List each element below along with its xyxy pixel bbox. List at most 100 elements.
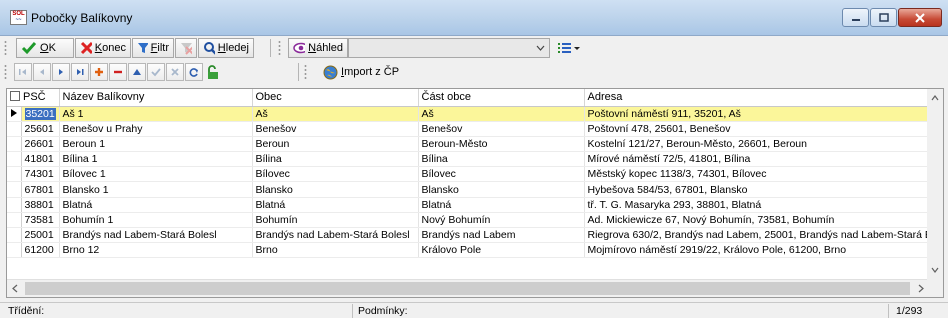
refresh-button[interactable]	[185, 63, 203, 81]
toolbar-grip[interactable]	[4, 40, 7, 56]
cell-cast-obce[interactable]: Benešov	[418, 121, 585, 137]
cell-obec[interactable]: Brno	[252, 242, 419, 259]
cell-adresa[interactable]: Riegrova 630/2, Brandýs nad Labem, 25001…	[584, 227, 929, 244]
cell-nazev[interactable]: Benešov u Prahy	[59, 121, 253, 137]
horizontal-scroll-thumb[interactable]	[25, 282, 910, 295]
cell-nazev[interactable]: Beroun 1	[59, 136, 253, 153]
toolbar-grip[interactable]	[304, 64, 307, 80]
toolbar-grip[interactable]	[278, 40, 281, 56]
horizontal-scrollbar[interactable]	[7, 279, 929, 297]
cell-nazev[interactable]: Brno 12	[59, 242, 253, 259]
table-row[interactable]: 38801 Blatná Blatná Blatná tř. T. G. Masaryk…	[7, 197, 929, 213]
row-indicator[interactable]	[7, 106, 22, 122]
cell-psc[interactable]: 25001	[21, 227, 60, 244]
cell-psc[interactable]: 41801	[21, 151, 60, 168]
cell-cast-obce[interactable]: Nový Bohumín	[418, 212, 585, 229]
cell-nazev[interactable]: Bílovec 1	[59, 166, 253, 183]
cell-cast-obce[interactable]: Bílovec	[418, 166, 585, 183]
row-indicator[interactable]	[7, 151, 22, 168]
cell-adresa[interactable]: Kostelní 121/27, Beroun-Město, 26601, Be…	[584, 136, 929, 153]
import-button[interactable]: Import z ČP	[318, 62, 406, 82]
hledej-button[interactable]: Hledej	[198, 38, 254, 58]
toolbar-grip[interactable]	[4, 64, 7, 80]
scroll-up-icon[interactable]	[931, 95, 939, 101]
cell-psc[interactable]: 38801	[21, 197, 60, 213]
edit-record-button[interactable]	[128, 63, 146, 81]
column-header-nazev[interactable]: Název Balíkovny	[59, 89, 253, 107]
list-options-button[interactable]	[553, 38, 585, 58]
cell-adresa[interactable]: Městský kopec 1138/3, 74301, Bílovec	[584, 166, 929, 183]
first-record-button[interactable]	[14, 63, 32, 81]
data-grid[interactable]: PSČ Název Balíkovny Obec Část obce Adres…	[6, 88, 944, 298]
table-row[interactable]: 25001 Brandýs nad Labem-Stará Bolesl Brand…	[7, 227, 929, 244]
table-row[interactable]: 41801 Bílina 1 Bílina Bílina Mírové náměstí …	[7, 151, 929, 168]
table-row[interactable]: 25601 Benešov u Prahy Benešov Benešov Poštov…	[7, 121, 929, 137]
last-record-button[interactable]	[71, 63, 89, 81]
cell-adresa[interactable]: Ad. Mickiewicze 67, Nový Bohumín, 73581,…	[584, 212, 929, 229]
table-row[interactable]: 61200 Brno 12 Brno Královo Pole Mojmírovo ná…	[7, 242, 929, 259]
cell-adresa[interactable]: Mírové náměstí 72/5, 41801, Bílina	[584, 151, 929, 168]
close-button[interactable]	[898, 8, 942, 27]
cell-obec[interactable]: Aš	[252, 106, 419, 122]
select-all-checkbox[interactable]	[10, 91, 20, 102]
post-record-button[interactable]	[147, 63, 165, 81]
cell-psc[interactable]: 35201	[21, 106, 60, 122]
prev-record-button[interactable]	[33, 63, 51, 81]
filtr-button[interactable]: Filtr	[132, 38, 174, 58]
table-row[interactable]: 74301 Bílovec 1 Bílovec Bílovec Městský kope…	[7, 166, 929, 183]
cell-psc[interactable]: 25601	[21, 121, 60, 137]
row-indicator[interactable]	[7, 212, 22, 229]
preview-select[interactable]	[348, 38, 550, 58]
cell-cast-obce[interactable]: Brandýs nad Labem	[418, 227, 585, 244]
clear-filter-button[interactable]	[175, 38, 197, 58]
table-row[interactable]: 73581 Bohumín 1 Bohumín Nový Bohumín Ad. Mic…	[7, 212, 929, 229]
delete-record-button[interactable]	[109, 63, 127, 81]
cell-cast-obce[interactable]: Beroun-Město	[418, 136, 585, 153]
column-header-adresa[interactable]: Adresa	[584, 89, 929, 107]
vertical-scrollbar[interactable]	[927, 89, 943, 279]
cell-cast-obce[interactable]: Blatná	[418, 197, 585, 213]
cell-obec[interactable]: Blatná	[252, 197, 419, 213]
cell-adresa[interactable]: Hybešova 584/53, 67801, Blansko	[584, 181, 929, 198]
ok-button[interactable]: OK	[16, 38, 74, 58]
cell-obec[interactable]: Bílovec	[252, 166, 419, 183]
cell-adresa[interactable]: Mojmírovo náměstí 2919/22, Královo Pole,…	[584, 242, 929, 259]
scroll-right-icon[interactable]	[918, 284, 924, 293]
cell-psc[interactable]: 73581	[21, 212, 60, 229]
cell-nazev[interactable]: Bílina 1	[59, 151, 253, 168]
cell-nazev[interactable]: Brandýs nad Labem-Stará Bolesl	[59, 227, 253, 244]
insert-record-button[interactable]	[90, 63, 108, 81]
nahled-button[interactable]: Náhled	[288, 38, 348, 58]
cell-nazev[interactable]: Aš 1	[59, 106, 253, 122]
cell-nazev[interactable]: Blansko 1	[59, 181, 253, 198]
cell-cast-obce[interactable]: Aš	[418, 106, 585, 122]
scroll-left-icon[interactable]	[12, 284, 18, 293]
cell-obec[interactable]: Bohumín	[252, 212, 419, 229]
minimize-button[interactable]	[842, 8, 869, 27]
column-header-obec[interactable]: Obec	[252, 89, 419, 107]
cancel-record-button[interactable]	[166, 63, 184, 81]
cell-obec[interactable]: Bílina	[252, 151, 419, 168]
next-record-button[interactable]	[52, 63, 70, 81]
lock-button[interactable]	[204, 63, 222, 81]
cell-obec[interactable]: Benešov	[252, 121, 419, 137]
cell-psc[interactable]: 74301	[21, 166, 60, 183]
table-row[interactable]: 26601 Beroun 1 Beroun Beroun-Město Kostelní …	[7, 136, 929, 153]
cell-adresa[interactable]: Poštovní náměstí 911, 35201, Aš	[584, 106, 929, 122]
cell-cast-obce[interactable]: Královo Pole	[418, 242, 585, 259]
cell-cast-obce[interactable]: Blansko	[418, 181, 585, 198]
table-row[interactable]: 67801 Blansko 1 Blansko Blansko Hybešova 584…	[7, 181, 929, 198]
row-indicator[interactable]	[7, 181, 22, 198]
row-indicator[interactable]	[7, 242, 22, 259]
row-indicator[interactable]	[7, 121, 22, 137]
konec-button[interactable]: Konec	[75, 38, 131, 58]
cell-psc[interactable]: 61200	[21, 242, 60, 259]
scroll-down-icon[interactable]	[931, 267, 939, 273]
cell-obec[interactable]: Brandýs nad Labem-Stará Bolesl	[252, 227, 419, 244]
cell-obec[interactable]: Beroun	[252, 136, 419, 153]
row-indicator[interactable]	[7, 136, 22, 153]
cell-obec[interactable]: Blansko	[252, 181, 419, 198]
table-row[interactable]: 35201 Aš 1 Aš Aš Poštovní náměstí 911, 35201…	[7, 106, 929, 122]
maximize-button[interactable]	[870, 8, 897, 27]
cell-psc[interactable]: 67801	[21, 181, 60, 198]
